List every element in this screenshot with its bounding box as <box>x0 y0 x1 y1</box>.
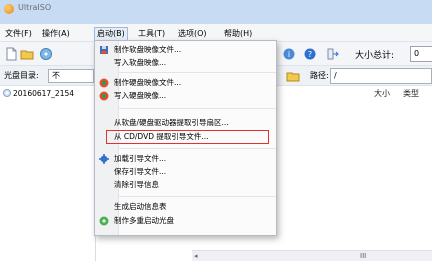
window-title: UltraISO <box>18 3 52 12</box>
menu-item-label: 制作硬盘映像文件... <box>114 78 182 87</box>
gear-icon <box>99 154 109 164</box>
menu-item-save-boot-file[interactable]: 保存引导文件... <box>95 166 276 178</box>
path-field[interactable]: / <box>330 68 432 84</box>
menu-item-label: 清除引导信息 <box>114 180 159 189</box>
boot-menu-dropdown: 制作软盘映像文件... 写入软盘映像... 制作硬盘映像文件... 写入硬盘映像… <box>94 40 277 236</box>
horizontal-scrollbar[interactable]: ◂ III <box>192 250 432 261</box>
disc-tree-pane: 20160617_2154 <box>0 86 96 261</box>
disc-directory-label: 光盘目录: <box>4 71 39 80</box>
menu-tools[interactable]: 工具(T) <box>136 27 167 41</box>
open-folder-icon[interactable] <box>20 47 34 61</box>
properties-icon[interactable]: i <box>282 47 296 61</box>
menu-item-make-floppy-image[interactable]: 制作软盘映像文件... <box>95 44 276 56</box>
menu-item-label: 生成启动信息表 <box>114 202 167 211</box>
menu-item-label: 保存引导文件... <box>114 167 167 176</box>
scroll-left-arrow-icon[interactable]: ◂ <box>194 252 198 260</box>
total-size-label: 大小总计: <box>355 51 395 61</box>
menu-item-label: 写入硬盘映像... <box>114 91 167 100</box>
menu-item-label: 加载引导文件... <box>114 154 167 163</box>
menu-separator <box>119 148 276 149</box>
svg-text:i: i <box>288 50 290 59</box>
title-bar: UltraISO <box>0 0 432 24</box>
help-icon[interactable]: ? <box>303 47 317 61</box>
menu-help[interactable]: 帮助(H) <box>222 27 254 41</box>
menu-item-write-hdd-image[interactable]: 写入硬盘映像... <box>95 90 276 102</box>
menu-separator <box>119 196 276 197</box>
menu-file[interactable]: 文件(F) <box>3 27 34 41</box>
new-file-icon[interactable] <box>4 47 18 61</box>
column-size[interactable]: 大小 <box>374 88 390 99</box>
menu-boot[interactable]: 启动(B) <box>94 27 128 41</box>
menu-item-label: 从软盘/硬盘驱动器提取引导扇区... <box>114 118 229 127</box>
menu-item-extract-boot-sector[interactable]: 从软盘/硬盘驱动器提取引导扇区... <box>95 117 276 129</box>
floppy-icon <box>100 46 108 54</box>
tree-item-label: 20160617_2154 <box>13 89 75 98</box>
svg-text:?: ? <box>308 50 312 59</box>
write-disk-icon <box>99 91 109 101</box>
menu-item-label: 制作软盘映像文件... <box>114 45 182 54</box>
exit-icon[interactable] <box>325 47 339 61</box>
disc-directory-field[interactable]: 不 <box>48 69 94 83</box>
menu-item-generate-boot-info-table[interactable]: 生成启动信息表 <box>95 201 276 213</box>
menu-item-write-floppy-image[interactable]: 写入软盘映像... <box>95 57 276 69</box>
cd-icon[interactable] <box>39 47 53 61</box>
path-label: 路径: <box>310 71 329 80</box>
menu-actions[interactable]: 操作(A) <box>40 27 72 41</box>
menu-item-make-multiboot-disc[interactable]: 制作多重启动光盘 <box>95 215 276 227</box>
app-window: UltraISO 文件(F) 操作(A) 启动(B) 工具(T) 选项(O) 帮… <box>0 0 432 261</box>
total-size-field: 0 <box>410 46 432 62</box>
menu-item-make-hdd-image[interactable]: 制作硬盘映像文件... <box>95 77 276 89</box>
folder-up-icon[interactable] <box>286 69 300 83</box>
hdd-image-icon <box>99 78 109 88</box>
menu-options[interactable]: 选项(O) <box>176 27 209 41</box>
file-list-pane: 大小 类型 <box>272 86 432 261</box>
menu-item-label: 写入软盘映像... <box>114 58 167 67</box>
multiboot-disc-icon <box>99 216 109 226</box>
menu-separator <box>119 108 276 109</box>
scroll-grip[interactable]: III <box>360 252 366 260</box>
menu-item-clear-boot-info[interactable]: 清除引导信息 <box>95 179 276 191</box>
red-highlight-box <box>106 130 269 144</box>
column-type[interactable]: 类型 <box>403 88 419 99</box>
menu-item-load-boot-file[interactable]: 加载引导文件... <box>95 153 276 165</box>
disc-icon <box>3 89 11 97</box>
app-logo-icon <box>4 4 14 14</box>
menu-item-label: 制作多重启动光盘 <box>114 216 174 225</box>
tree-item-disc[interactable]: 20160617_2154 <box>3 88 74 100</box>
menu-separator <box>119 72 276 73</box>
